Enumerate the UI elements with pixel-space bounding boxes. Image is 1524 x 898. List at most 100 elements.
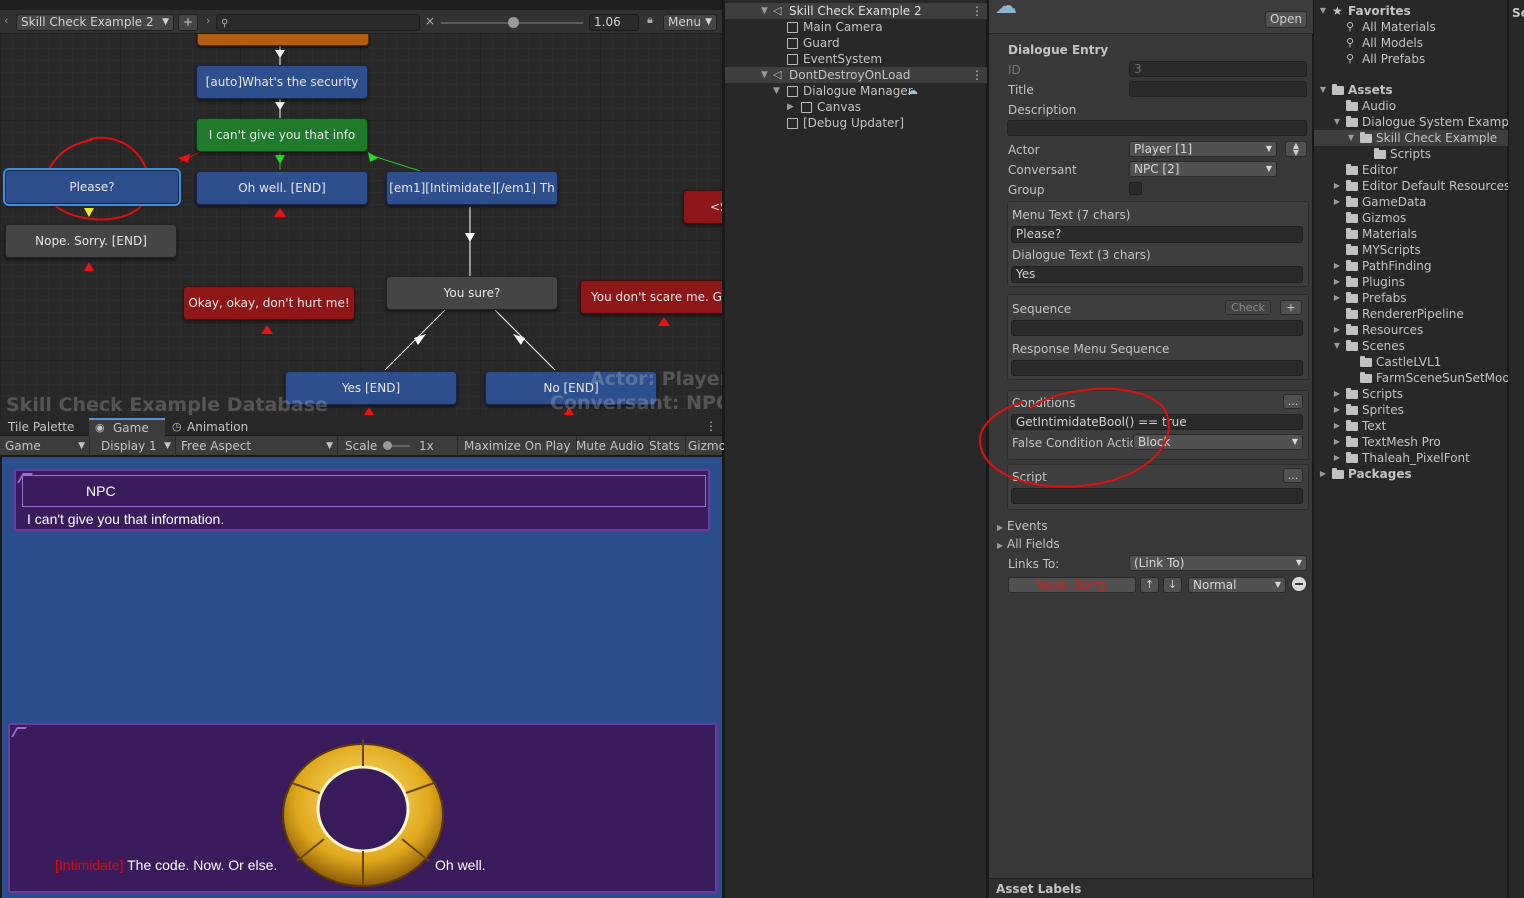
all-fields-foldout[interactable]: ▶ All Fields [997, 537, 1060, 551]
collapsed-triangle-icon[interactable]: ▶ [1332, 290, 1342, 306]
asset-folder-row[interactable]: ▶ TextMesh Pro [1314, 434, 1508, 450]
hierarchy-item-guard[interactable]: Guard [725, 35, 987, 51]
graph-search-input[interactable]: ⚲ [216, 14, 420, 31]
mute-audio-toggle[interactable]: Mute Audio [571, 436, 650, 456]
asset-folder-row[interactable]: ▶ Prefabs [1314, 290, 1508, 306]
tab-animation[interactable]: ◷ Animation [167, 418, 256, 436]
graph-node-you-sure[interactable]: You sure? [386, 276, 558, 310]
dialogue-text-field[interactable]: Yes [1011, 266, 1303, 283]
sequence-field[interactable] [1011, 320, 1303, 336]
tab-game[interactable]: ◉ Game [89, 418, 165, 436]
asset-folder-row[interactable]: ▶ Editor Default Resources [1314, 178, 1508, 194]
response-menu-sequence-field[interactable] [1011, 360, 1303, 376]
graph-node-oh-well[interactable]: Oh well. [END] [196, 171, 368, 205]
asset-folder-row[interactable]: Materials [1314, 226, 1508, 242]
database-dropdown[interactable]: Skill Check Example 2 ▼ [16, 14, 174, 31]
graph-node-auto[interactable]: [auto]What's the security [196, 65, 368, 99]
graph-node-please[interactable]: Please? [5, 170, 179, 204]
asset-folder-row[interactable]: MYScripts [1314, 242, 1508, 258]
collapsed-triangle-icon[interactable]: ▶ [1332, 322, 1342, 338]
remove-link-icon[interactable] [1292, 577, 1306, 591]
description-field[interactable] [1007, 120, 1307, 136]
collapsed-triangle-icon[interactable]: ▶ [1332, 386, 1342, 402]
graph-node-dont-scare[interactable]: You don't scare me. Ge [580, 280, 722, 314]
collapsed-triangle-icon[interactable]: ▶ [1332, 258, 1342, 274]
conditions-wizard-button[interactable]: ... [1283, 394, 1303, 409]
asset-folder-row[interactable]: ▶ Plugins [1314, 274, 1508, 290]
maximize-on-play-toggle[interactable]: Maximize On Play [459, 436, 577, 456]
dialogue-graph-canvas[interactable]: [auto]What's the security I can't give y… [0, 0, 722, 418]
more-options-icon[interactable]: ⋮ [971, 3, 983, 19]
actor-dropdown[interactable]: Player [1] ▼ [1129, 141, 1277, 157]
collapsed-triangle-icon[interactable]: ▶ [1332, 434, 1342, 450]
chevron-left-icon[interactable]: ‹ [4, 14, 8, 27]
hierarchy-scene-skill-check[interactable]: ▼ ◁ Skill Check Example 2 ⋮ [725, 3, 987, 19]
favorite-item[interactable]: ⚲ All Materials [1314, 19, 1508, 35]
asset-folder-row[interactable]: ▶ Sprites [1314, 402, 1508, 418]
title-field[interactable] [1129, 81, 1307, 97]
lock-icon[interactable]: 🔒︎ [647, 13, 653, 27]
hierarchy-scene-dontdestroyonload[interactable]: ▼ ◁ DontDestroyOnLoad ⋮ [725, 67, 987, 83]
favorite-item[interactable]: ⚲ All Prefabs [1314, 51, 1508, 67]
response-option-intimidate[interactable]: [Intimidate] The code. Now. Or else. [55, 857, 277, 873]
asset-folder-row[interactable]: Audio [1314, 98, 1508, 114]
expand-triangle-icon[interactable]: ▼ [1346, 130, 1356, 146]
asset-folder-row[interactable]: ▶ PathFinding [1314, 258, 1508, 274]
display-dropdown[interactable]: Display 1 ▼ [96, 436, 176, 456]
more-options-icon[interactable]: ⋮ [705, 419, 717, 433]
script-field[interactable] [1011, 488, 1303, 504]
display-mode-dropdown[interactable]: Game ▼ [0, 436, 90, 456]
expand-triangle-icon[interactable]: ▼ [1332, 114, 1342, 130]
zoom-value-field[interactable]: 1.06 [589, 14, 639, 31]
hierarchy-item-eventsystem[interactable]: EventSystem [725, 51, 987, 67]
collapsed-triangle-icon[interactable]: ▶ [1332, 418, 1342, 434]
asset-folder-row[interactable]: Editor [1314, 162, 1508, 178]
add-conversation-button[interactable]: + [178, 14, 198, 31]
packages-header[interactable]: ▶ Packages [1314, 466, 1508, 482]
hierarchy-item-main-camera[interactable]: Main Camera [725, 19, 987, 35]
hierarchy-item-dialogue-manager[interactable]: ▼ Dialogue Manager ☁ [725, 83, 987, 99]
graph-node-intimidate[interactable]: [em1][Intimidate][/em1] Th [386, 171, 558, 205]
more-options-icon[interactable]: ⋮ [971, 67, 983, 83]
conversant-dropdown[interactable]: NPC [2] ▼ [1129, 161, 1277, 177]
graph-node-nope-sorry[interactable]: Nope. Sorry. [END] [5, 224, 177, 258]
hierarchy-item-canvas[interactable]: ▶ Canvas [725, 99, 987, 115]
asset-folder-row[interactable]: ▶ Text [1314, 418, 1508, 434]
move-link-down-button[interactable]: ↓ [1163, 577, 1182, 593]
collapsed-triangle-icon[interactable]: ▶ [1332, 194, 1342, 210]
scale-slider[interactable]: Scale 1x [340, 436, 458, 456]
collapsed-triangle-icon[interactable]: ▶ [1332, 402, 1342, 418]
cut-off-tab-label[interactable]: Se [1512, 6, 1524, 20]
asset-folder-row[interactable]: ▶ Thaleah_PixelFont [1314, 450, 1508, 466]
asset-folder-row[interactable]: ▼ Skill Check Example [1314, 130, 1508, 146]
asset-folder-row[interactable]: Gizmos [1314, 210, 1508, 226]
tab-tile-palette[interactable]: Tile Palette [0, 418, 82, 436]
actor-swap-button[interactable]: ▲ ▼ [1285, 141, 1307, 157]
clear-search-icon[interactable]: × [425, 14, 435, 28]
link-target-button[interactable]: Nope. Sorry. [1008, 577, 1136, 593]
game-view-render[interactable]: NPC I can't give you that information. [… [2, 457, 722, 898]
collapsed-triangle-icon[interactable]: ▶ [1332, 178, 1342, 194]
chevron-right-icon[interactable]: › [206, 14, 210, 27]
open-button[interactable]: Open [1265, 11, 1307, 28]
group-checkbox[interactable] [1129, 182, 1142, 195]
assets-header[interactable]: ▼ Assets [1314, 82, 1508, 98]
asset-folder-row[interactable]: RendererPipeline [1314, 306, 1508, 322]
graph-menu-button[interactable]: Menu ▼ [663, 14, 717, 31]
events-foldout[interactable]: ▶ Events [997, 519, 1048, 533]
move-link-up-button[interactable]: ↑ [1140, 577, 1159, 593]
collapsed-triangle-icon[interactable]: ▶ [1332, 274, 1342, 290]
graph-node-cant-give[interactable]: I can't give you that info [196, 118, 368, 152]
graph-node-okay-okay[interactable]: Okay, okay, don't hurt me! [183, 286, 355, 320]
expand-triangle-icon[interactable]: ▼ [761, 67, 768, 83]
expand-triangle-icon[interactable]: ▼ [761, 3, 768, 19]
scale-slider-handle[interactable] [383, 441, 392, 450]
collapsed-triangle-icon[interactable]: ▶ [1332, 450, 1342, 466]
asset-folder-row[interactable]: ▼ Scenes [1314, 338, 1508, 354]
asset-folder-row[interactable]: ▶ GameData [1314, 194, 1508, 210]
stats-toggle[interactable]: Stats [644, 436, 686, 456]
hierarchy-item-debug-updater[interactable]: [Debug Updater] [725, 115, 987, 131]
favorite-item[interactable]: ⚲ All Models [1314, 35, 1508, 51]
asset-folder-row[interactable]: FarmSceneSunSetMoo [1314, 370, 1508, 386]
menu-text-field[interactable]: Please? [1011, 226, 1303, 243]
